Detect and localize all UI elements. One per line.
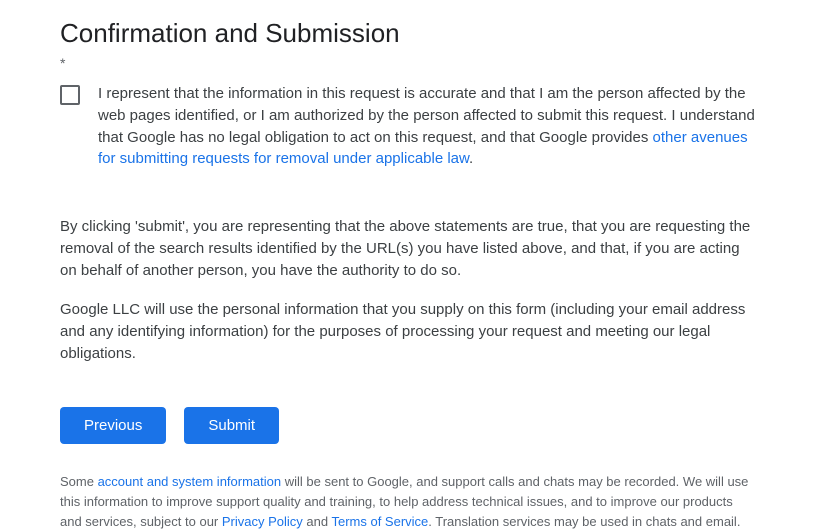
previous-button[interactable]: Previous	[60, 407, 166, 444]
footer-text-4: . Translation services may be used in ch…	[428, 514, 740, 529]
consent-row: I represent that the information in this…	[60, 83, 757, 170]
required-indicator: *	[60, 55, 757, 71]
representation-paragraph: By clicking 'submit', you are representi…	[60, 216, 757, 281]
consent-checkbox[interactable]	[60, 85, 80, 105]
account-system-info-link[interactable]: account and system information	[98, 474, 282, 489]
consent-text-after: .	[469, 150, 473, 167]
footer-disclosure: Some account and system information will…	[60, 472, 757, 532]
footer-text-3: and	[303, 514, 332, 529]
footer-text-1: Some	[60, 474, 98, 489]
button-row: Previous Submit	[60, 407, 757, 444]
terms-of-service-link[interactable]: Terms of Service	[331, 514, 428, 529]
privacy-policy-link[interactable]: Privacy Policy	[222, 514, 303, 529]
privacy-paragraph: Google LLC will use the personal informa…	[60, 299, 757, 364]
page-title: Confirmation and Submission	[60, 18, 757, 49]
submit-button[interactable]: Submit	[184, 407, 279, 444]
consent-text: I represent that the information in this…	[98, 83, 757, 170]
